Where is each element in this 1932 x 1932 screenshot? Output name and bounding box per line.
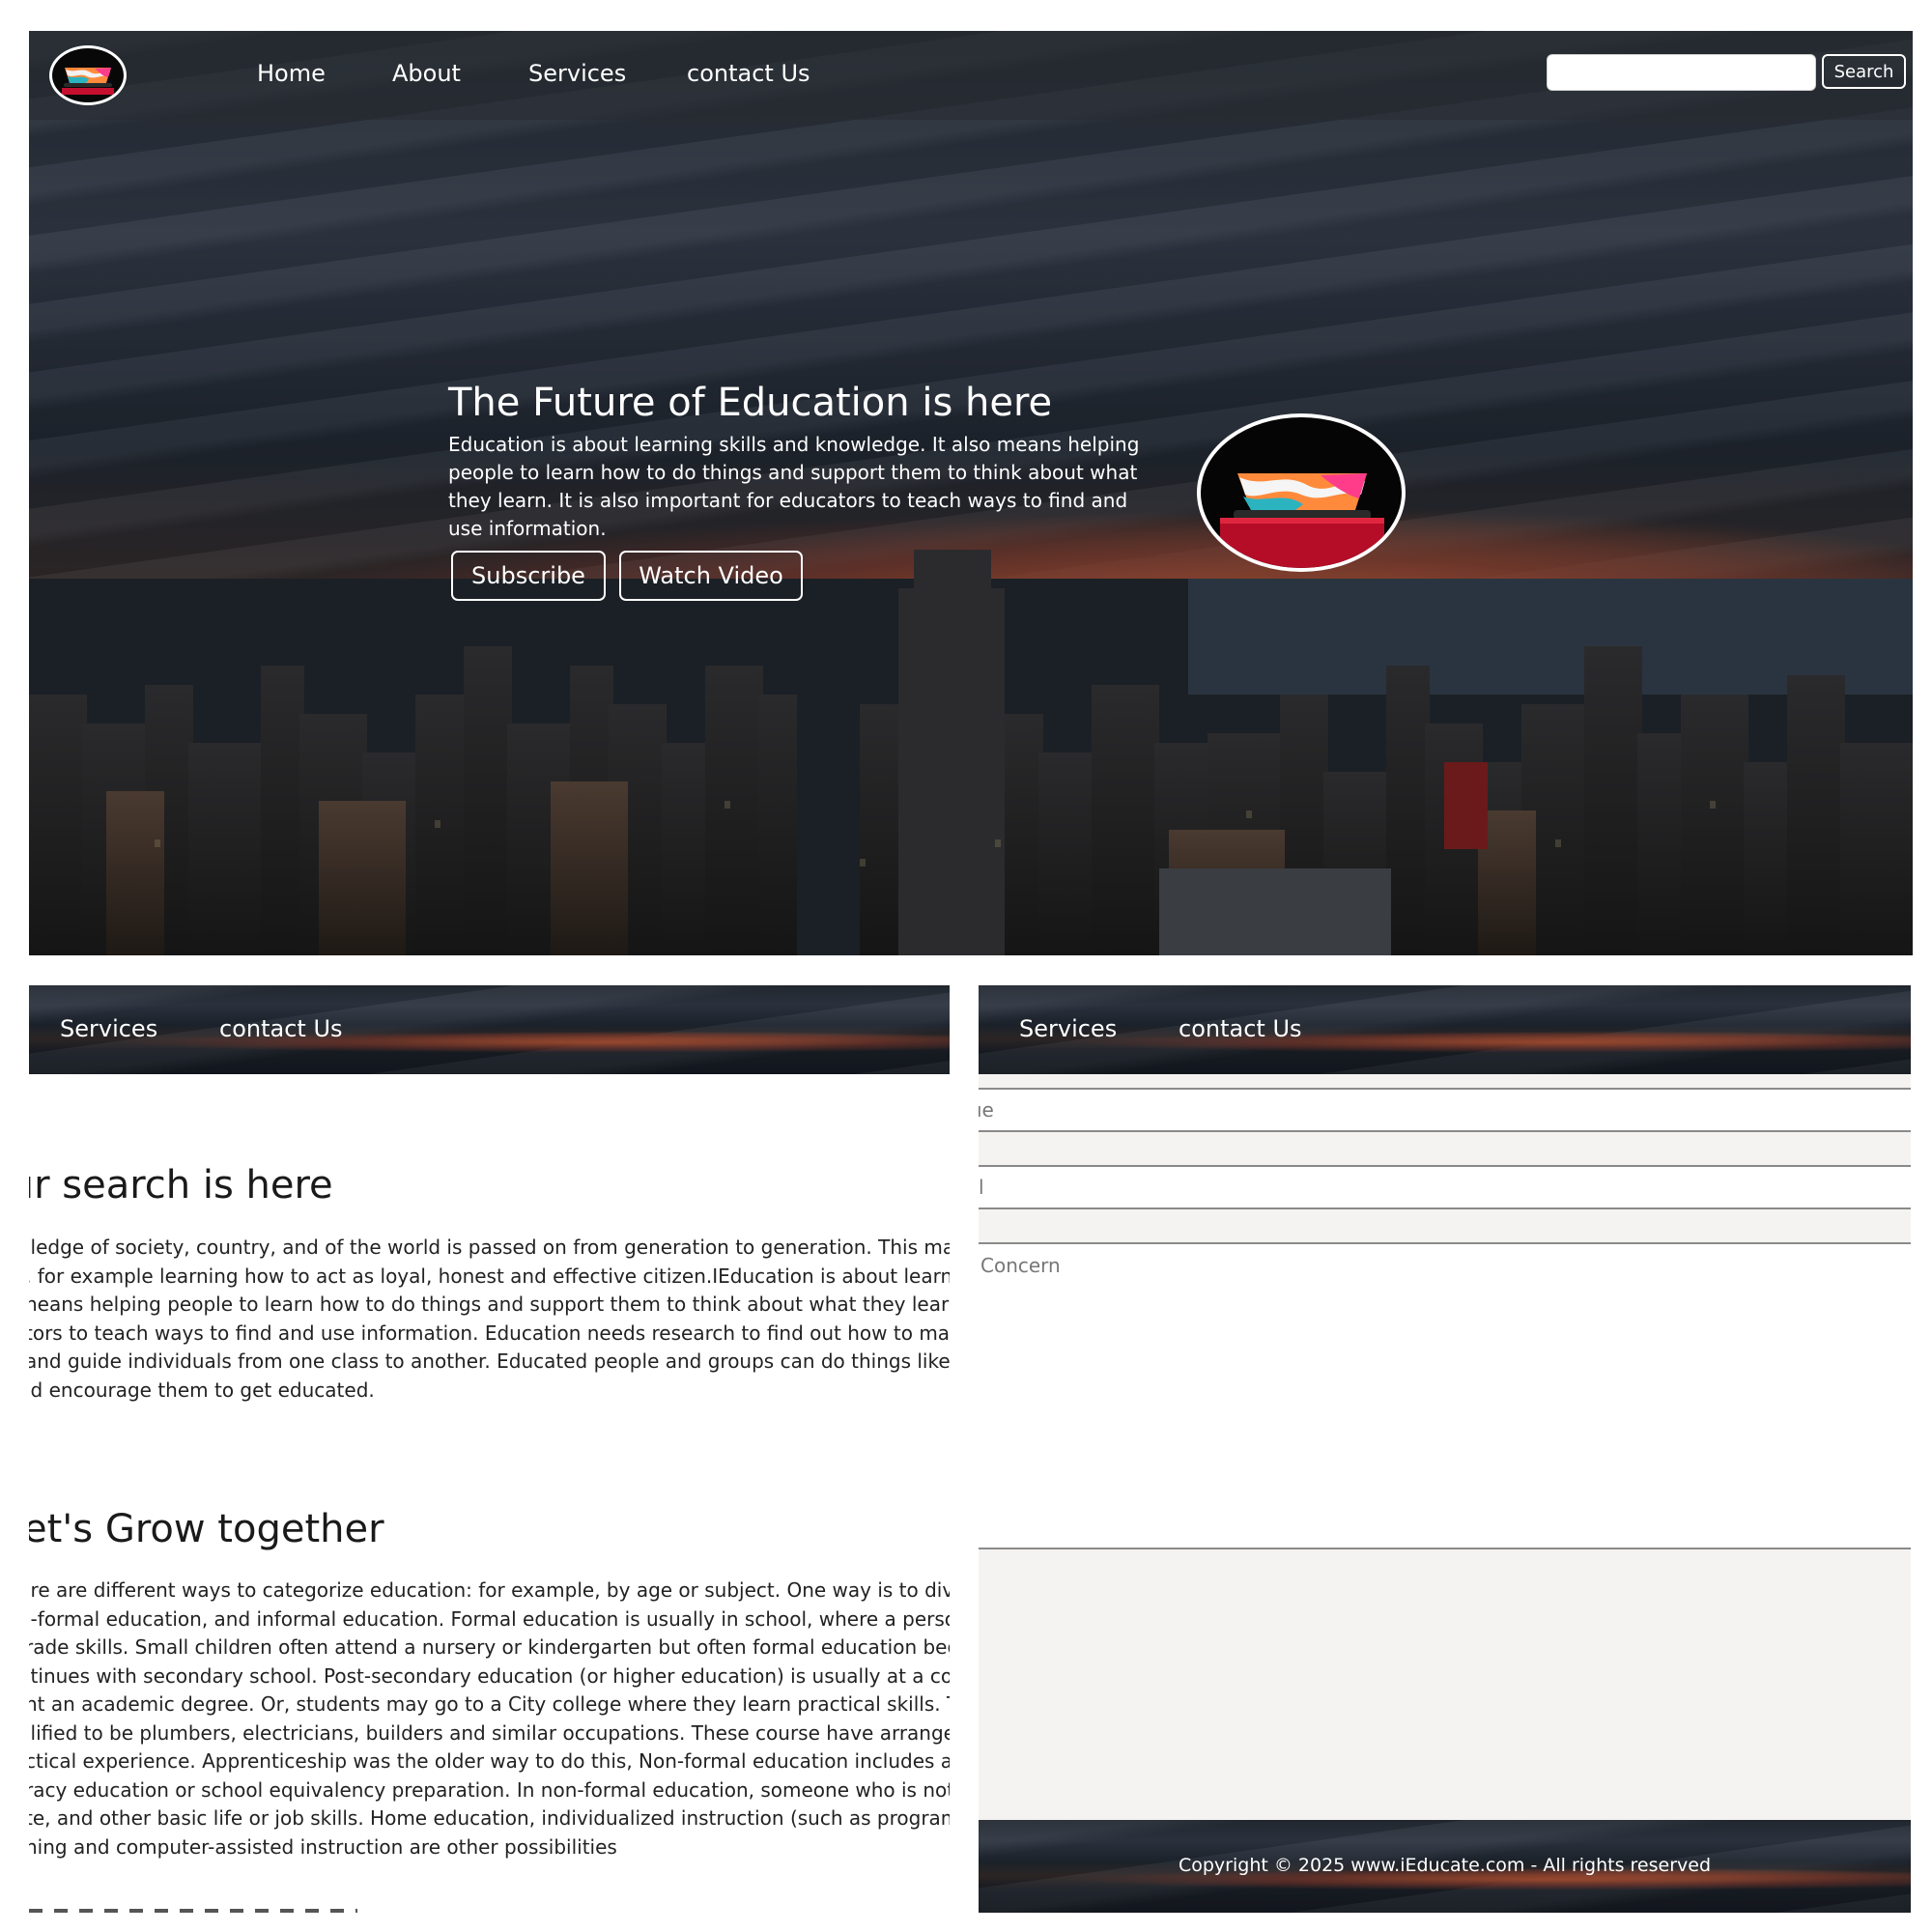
footer: Copyright © 2025 www.iEducate.com - All … bbox=[979, 1820, 1911, 1913]
field-divider bbox=[979, 1130, 1911, 1132]
concern-placeholder: Concern bbox=[980, 1254, 1061, 1277]
top-navbar: Home About Services contact Us Search bbox=[29, 31, 1913, 120]
search-button[interactable]: Search bbox=[1822, 54, 1906, 89]
paragraph-line: ıd encourage them to get educated. bbox=[29, 1378, 375, 1402]
laptop-icon bbox=[62, 68, 114, 95]
name-placeholder: ıe bbox=[979, 1098, 994, 1122]
paragraph-line: , for example learning how to act as loy… bbox=[29, 1264, 950, 1288]
name-field[interactable]: ıe bbox=[979, 1090, 1911, 1130]
secondary-navbar: Services contact Us bbox=[29, 985, 950, 1074]
section-text-search: ıledge of society, country, and of the w… bbox=[29, 1234, 950, 1405]
navbar-overlay bbox=[979, 985, 1911, 1074]
subscribe-button[interactable]: Subscribe bbox=[451, 551, 606, 601]
nav-contact[interactable]: contact Us bbox=[219, 1015, 343, 1042]
paragraph-line: and guide individuals from one class to … bbox=[29, 1350, 950, 1373]
paragraph-line: tors to teach ways to find and use infor… bbox=[29, 1321, 950, 1345]
email-placeholder: l bbox=[979, 1176, 984, 1199]
hero-section: Home About Services contact Us Search Th… bbox=[29, 31, 1913, 955]
site-logo[interactable] bbox=[49, 45, 127, 105]
paragraph-line: racy education or school equivalency pre… bbox=[29, 1777, 950, 1802]
section-title-grow: et's Grow together bbox=[29, 1507, 384, 1551]
paragraph-line: te, and other basic life or job skills. … bbox=[29, 1806, 950, 1830]
about-panel: Services contact Us ır search is here ıl… bbox=[29, 985, 950, 1913]
nav-home[interactable]: Home bbox=[257, 60, 326, 87]
nav-services[interactable]: Services bbox=[1019, 1015, 1117, 1042]
copyright-text: Copyright © 2025 www.iEducate.com - All … bbox=[1178, 1855, 1712, 1876]
section-title-search: ır search is here bbox=[29, 1163, 333, 1208]
paragraph-line: nt an academic degree. Or, students may … bbox=[29, 1692, 950, 1716]
navbar-overlay bbox=[29, 985, 950, 1074]
next-section-title-cut bbox=[29, 1909, 357, 1913]
hero-title: The Future of Education is here bbox=[448, 381, 1053, 425]
contact-panel: Services contact Us ıe l Concern Copyrig… bbox=[979, 985, 1911, 1913]
paragraph-line: ıtinues with secondary school. Post-seco… bbox=[29, 1663, 950, 1688]
section-text-grow: ıre are different ways to categorize edu… bbox=[29, 1577, 950, 1861]
watch-video-button[interactable]: Watch Video bbox=[619, 551, 803, 601]
paragraph-line: ıledge of society, country, and of the w… bbox=[29, 1236, 950, 1259]
field-divider bbox=[979, 1208, 1911, 1209]
concern-textarea[interactable]: Concern bbox=[979, 1244, 1911, 1548]
laptop-icon bbox=[1220, 473, 1384, 568]
paragraph-line: ılified to be plumbers, electricians, bu… bbox=[29, 1720, 950, 1745]
nav-services[interactable]: Services bbox=[60, 1015, 157, 1042]
paragraph-line: ning and computer-assisted instruction a… bbox=[29, 1834, 617, 1859]
nav-services[interactable]: Services bbox=[528, 60, 626, 87]
nav-contact[interactable]: contact Us bbox=[687, 60, 810, 87]
paragraph-line: ı-formal education, and informal educati… bbox=[29, 1606, 950, 1631]
paragraph-line: ctical experience. Apprenticeship was th… bbox=[29, 1749, 950, 1773]
nav-contact[interactable]: contact Us bbox=[1179, 1015, 1302, 1042]
paragraph-line: ıre are different ways to categorize edu… bbox=[29, 1578, 950, 1602]
secondary-navbar: Services contact Us bbox=[979, 985, 1911, 1074]
hero-logo bbox=[1197, 413, 1406, 572]
paragraph-line: rade skills. Small children often attend… bbox=[29, 1635, 950, 1659]
nav-about[interactable]: About bbox=[392, 60, 461, 87]
email-field[interactable]: l bbox=[979, 1167, 1911, 1208]
field-divider bbox=[979, 1548, 1911, 1549]
hero-description: Education is about learning skills and k… bbox=[448, 433, 1140, 540]
paragraph-line: neans helping people to learn how to do … bbox=[29, 1293, 950, 1316]
city-skyline-image bbox=[29, 550, 1913, 955]
search-input[interactable] bbox=[1547, 54, 1816, 91]
